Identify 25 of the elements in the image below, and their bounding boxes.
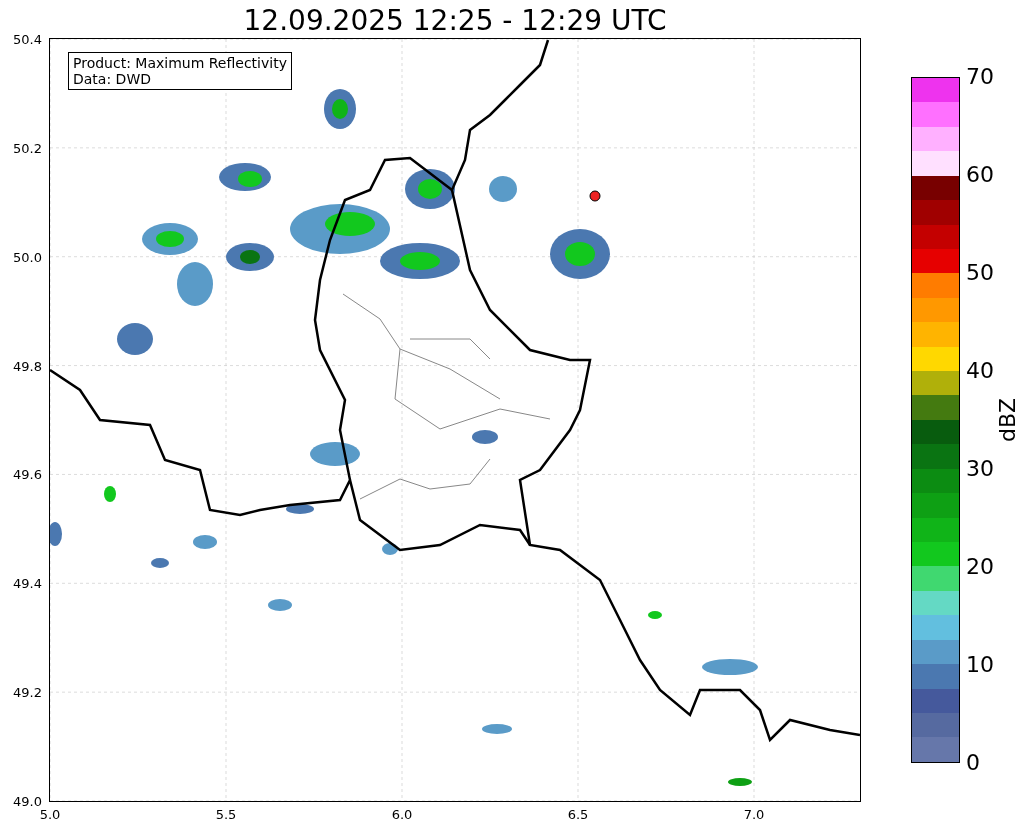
- x-tick-label: 5.5: [215, 807, 237, 822]
- colorbar-tick-label: 0: [966, 751, 981, 775]
- y-tick-label: 50.4: [13, 31, 42, 47]
- x-tick-label: 7.0: [743, 807, 765, 822]
- colorbar-tick-label: 40: [966, 359, 994, 383]
- colorbar-tick-label: 20: [966, 555, 994, 579]
- y-tick-label: 49.8: [13, 358, 42, 374]
- y-tick-label: 49.4: [13, 575, 42, 591]
- x-tick-label: 5.0: [39, 807, 61, 822]
- x-tick-label: 6.5: [567, 807, 589, 822]
- chart-title: 12.09.2025 12:25 - 12:29 UTC: [242, 4, 668, 37]
- colorbar-tick-label: 10: [966, 653, 994, 677]
- y-tick-label: 50.0: [13, 249, 42, 265]
- colorbar-tick-label: 50: [966, 261, 994, 285]
- legend-text: Product: Maximum Reflectivity: [73, 55, 287, 71]
- y-tick-label: 50.2: [13, 140, 42, 156]
- legend-text: Data: DWD: [73, 71, 152, 87]
- y-tick-label: 49.2: [13, 684, 42, 700]
- colorbar-tick-label: 60: [966, 163, 994, 187]
- colorbar-tick-label: 30: [966, 457, 994, 481]
- x-tick-label: 6.0: [391, 807, 413, 822]
- y-tick-label: 49.6: [13, 466, 42, 482]
- colorbar-tick-label: 70: [966, 65, 994, 89]
- colorbar-label: dBZ: [994, 397, 1020, 443]
- y-tick-label: 49.0: [13, 793, 42, 809]
